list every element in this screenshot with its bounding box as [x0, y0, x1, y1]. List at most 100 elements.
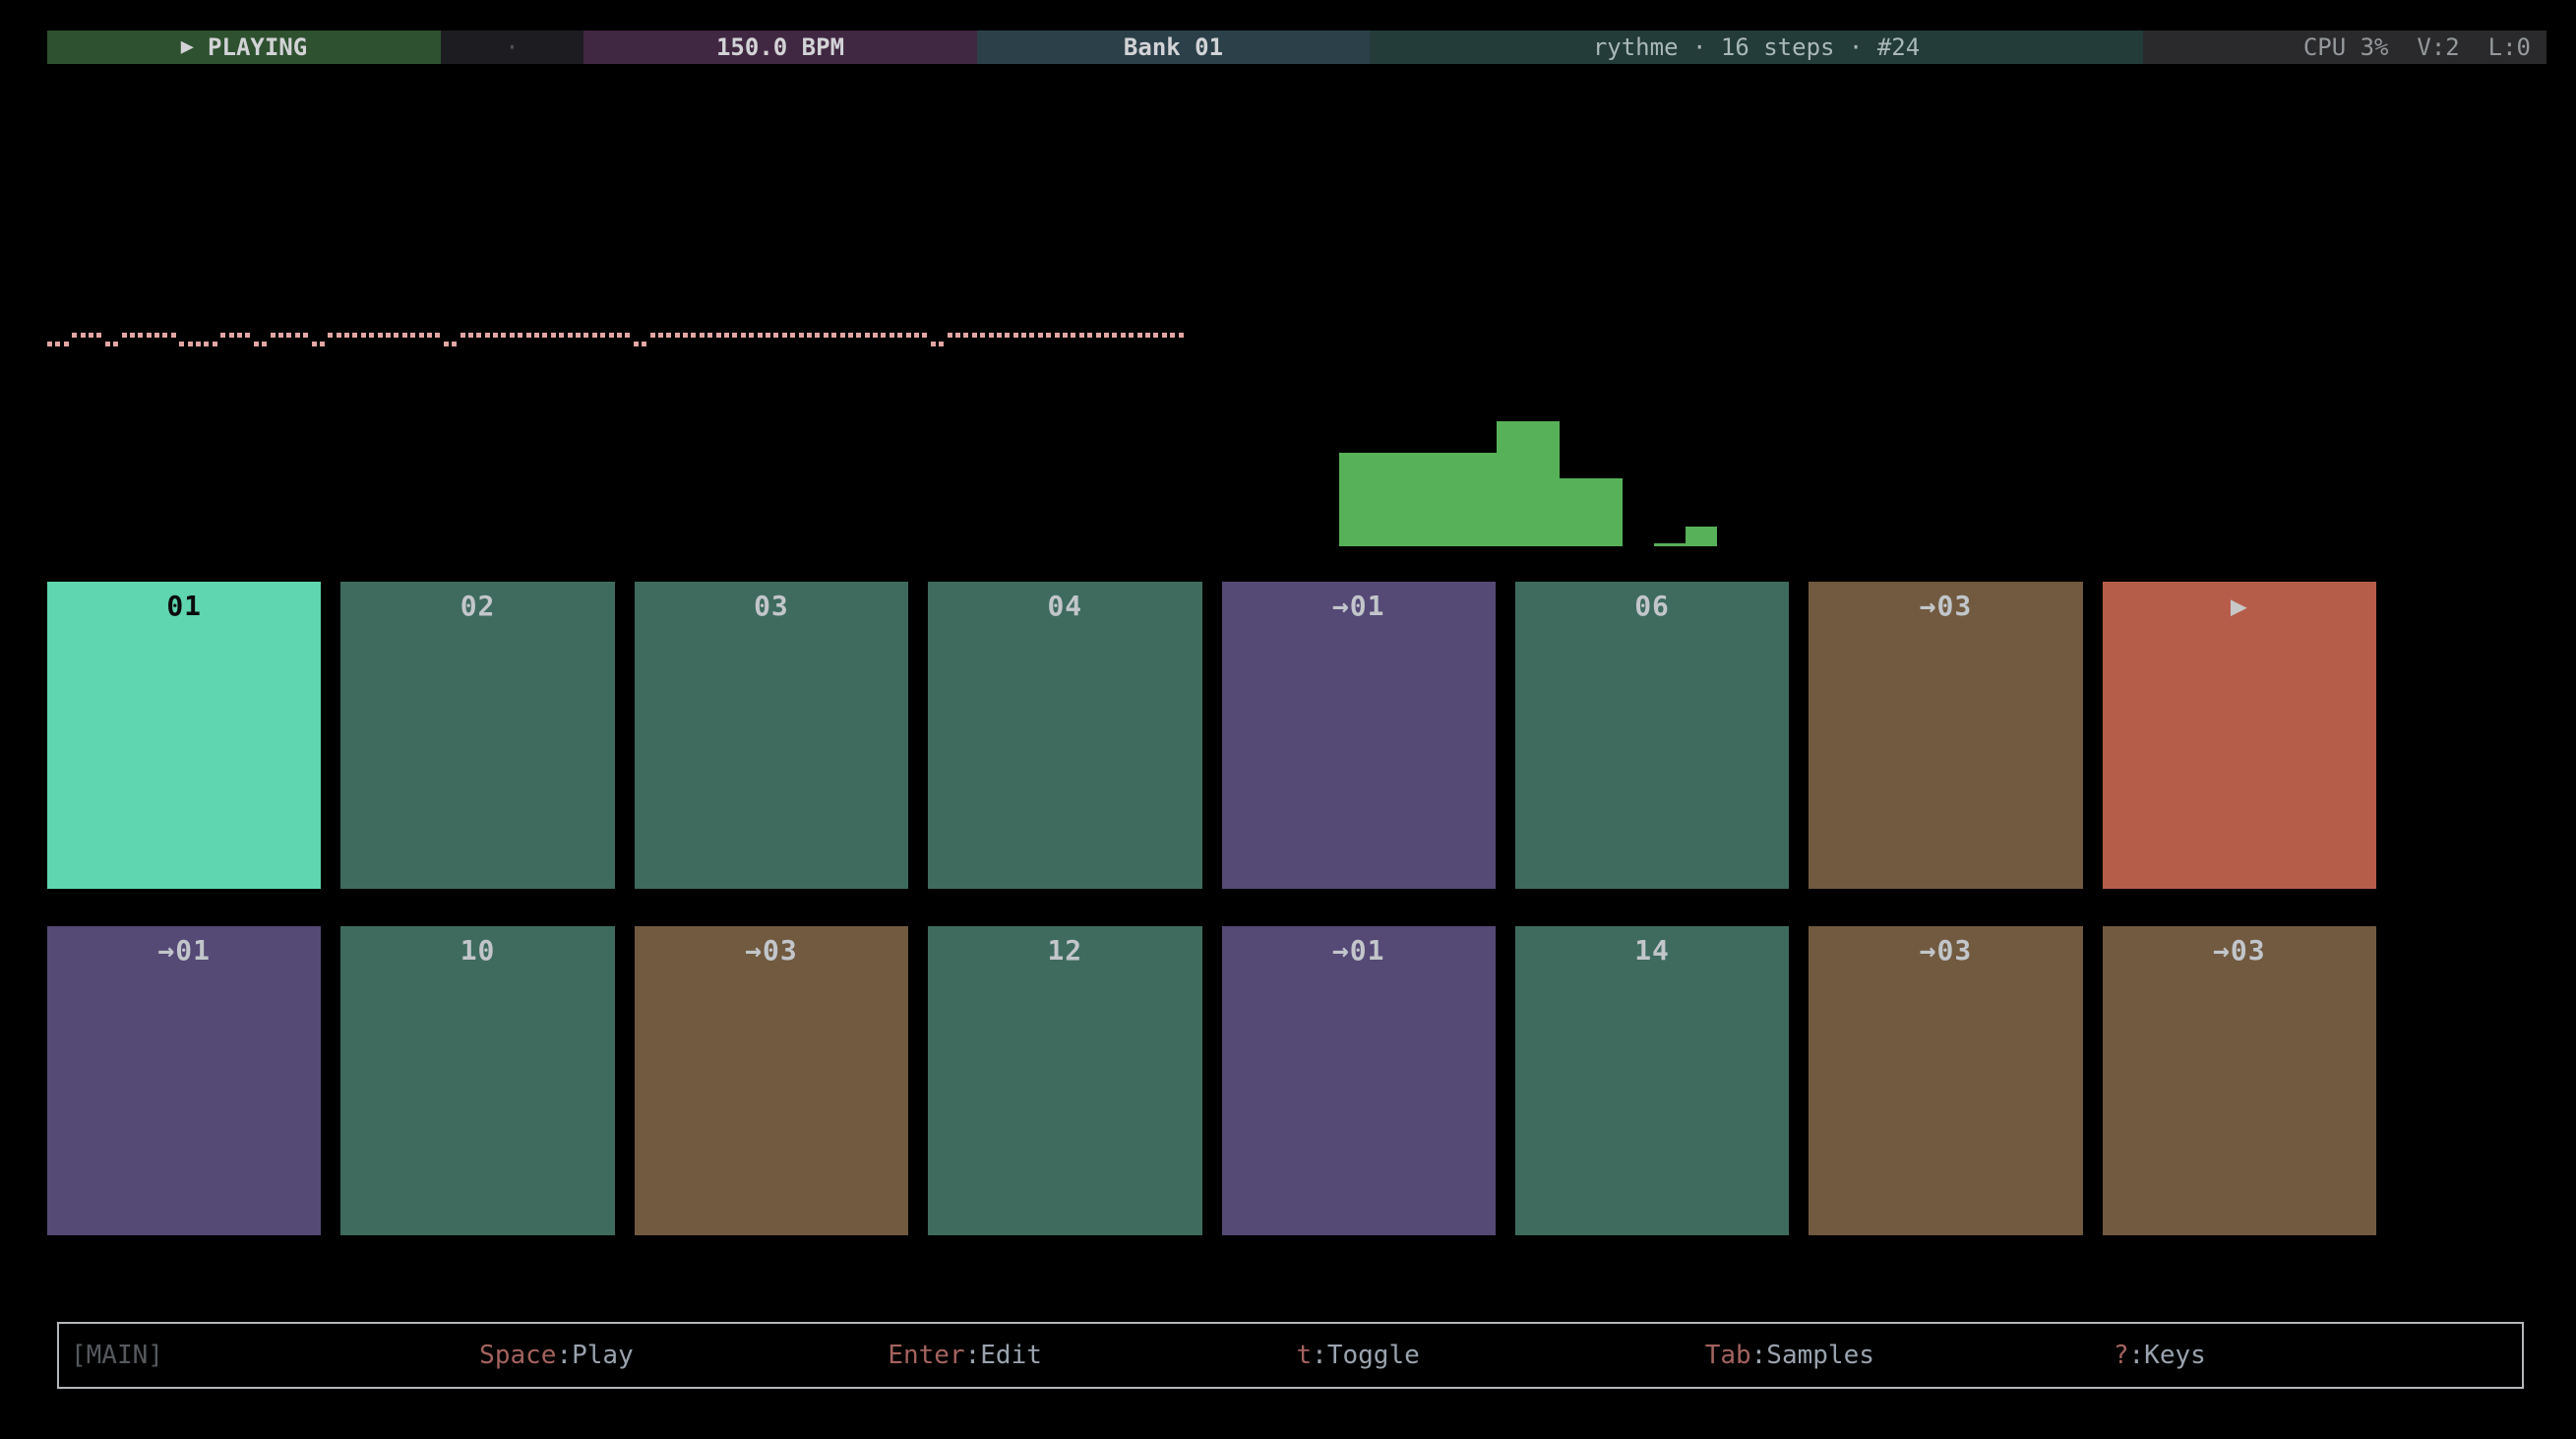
waveform-dot [410, 333, 415, 338]
waveform-dot [138, 333, 143, 338]
bank-segment: Bank 01 [977, 31, 1370, 64]
waveform-dot [72, 333, 77, 338]
meter-bar [1339, 453, 1371, 546]
pad-label: 03 [754, 590, 789, 622]
waveform-dot [1029, 333, 1034, 338]
pad-label: 14 [1634, 934, 1670, 967]
waveform-dot [1038, 333, 1043, 338]
waveform-dot [278, 333, 283, 338]
waveform-dot [96, 333, 101, 338]
pad-10[interactable]: 10 [340, 926, 614, 1235]
waveform-dot [213, 342, 217, 346]
waveform-dot [162, 333, 167, 338]
pad-08-playing[interactable]: ▶ [2103, 582, 2376, 889]
waveform-dot [675, 333, 680, 338]
waveform-dot [700, 333, 705, 338]
waveform-dot [419, 333, 424, 338]
waveform-dot [989, 333, 994, 338]
pad-11[interactable]: →03 [635, 926, 908, 1235]
shortcut-action: :Play [556, 1341, 633, 1370]
pad-06[interactable]: 06 [1515, 582, 1789, 889]
waveform-dot [154, 333, 159, 338]
waveform-dot [444, 342, 449, 346]
waveform-dot [122, 333, 127, 338]
pad-03[interactable]: 03 [635, 582, 908, 889]
shortcut-action: :Samples [1751, 1341, 1874, 1370]
waveform-dot [666, 333, 671, 338]
pad-05[interactable]: →01 [1222, 582, 1496, 889]
waveform-dot [600, 333, 605, 338]
waveform-dot [997, 333, 1002, 338]
waveform-dot [1096, 333, 1101, 338]
waveform-dot [262, 342, 267, 346]
waveform-dot [1104, 333, 1109, 338]
pad-07[interactable]: →03 [1809, 582, 2082, 889]
waveform-dot [303, 333, 308, 338]
pad-09[interactable]: →01 [47, 926, 321, 1235]
waveform-dot [147, 333, 152, 338]
waveform-dot [963, 333, 968, 338]
transport-status-label: PLAYING [208, 33, 307, 61]
meter-bar [1497, 421, 1528, 546]
shortcut-samples: Tab:Samples [1705, 1341, 2114, 1370]
waveform-dot [658, 333, 663, 338]
waveform-dot [625, 333, 630, 338]
waveform-dot [914, 333, 919, 338]
mode-indicator: [MAIN] [59, 1341, 479, 1370]
waveform-dot [583, 333, 588, 338]
shortcut-action: :Keys [2129, 1341, 2206, 1370]
waveform-dot [642, 342, 646, 346]
waveform-dot [468, 333, 473, 338]
waveform-dot [1055, 333, 1060, 338]
help-bar: [MAIN] Space:Play Enter:Edit t:Toggle Ta… [57, 1322, 2524, 1389]
shortcut-key: t [1297, 1341, 1313, 1370]
waveform-dot [724, 333, 729, 338]
pad-label: 02 [460, 590, 496, 622]
pad-label: 12 [1047, 934, 1082, 967]
waveform-dot [906, 333, 911, 338]
waveform-dot [254, 342, 259, 346]
waveform-dot [609, 333, 614, 338]
waveform-dot [831, 333, 836, 338]
pad-16[interactable]: →03 [2103, 926, 2376, 1235]
shortcut-key: Tab [1705, 1341, 1751, 1370]
bpm-segment: 150.0 BPM [583, 31, 977, 64]
pad-13[interactable]: →01 [1222, 926, 1496, 1235]
waveform-dot [799, 333, 804, 338]
waveform-dot [1170, 333, 1175, 338]
waveform-dot [955, 333, 960, 338]
shortcut-key: ? [2114, 1341, 2129, 1370]
waveform-dot [972, 333, 977, 338]
pad-01[interactable]: 01 [47, 582, 321, 889]
gate-pattern-waveform [47, 333, 1187, 348]
waveform-dot [237, 333, 242, 338]
waveform-dot [460, 333, 465, 338]
pad-02[interactable]: 02 [340, 582, 614, 889]
waveform-dot [1046, 333, 1051, 338]
pad-12[interactable]: 12 [928, 926, 1201, 1235]
waveform-dot [394, 333, 399, 338]
waveform-dot [130, 333, 135, 338]
waveform-dot [1153, 333, 1158, 338]
pad-label: →01 [1332, 590, 1385, 622]
pad-15[interactable]: →03 [1809, 926, 2082, 1235]
play-indicator-icon: ▶ [2231, 590, 2248, 622]
transport-status-segment: ▶ PLAYING [47, 31, 441, 64]
level-meter [1339, 421, 1717, 546]
waveform-dot [1129, 333, 1134, 338]
pad-label: →03 [2213, 934, 2266, 967]
bank-value: Bank 01 [1124, 33, 1223, 61]
waveform-dot [271, 333, 276, 338]
waveform-dot [683, 333, 688, 338]
waveform-dot [766, 333, 770, 338]
pad-grid-row-1: 01 02 03 04 →01 06 →03 ▶ [47, 582, 2376, 889]
pad-label: →03 [1920, 934, 1973, 967]
pad-04[interactable]: 04 [928, 582, 1201, 889]
waveform-dot [352, 333, 357, 338]
waveform-dot [337, 333, 341, 338]
meter-bar [1402, 453, 1434, 546]
waveform-dot [361, 333, 366, 338]
waveform-dot [485, 333, 490, 338]
meter-bar [1465, 453, 1497, 546]
pad-14[interactable]: 14 [1515, 926, 1789, 1235]
